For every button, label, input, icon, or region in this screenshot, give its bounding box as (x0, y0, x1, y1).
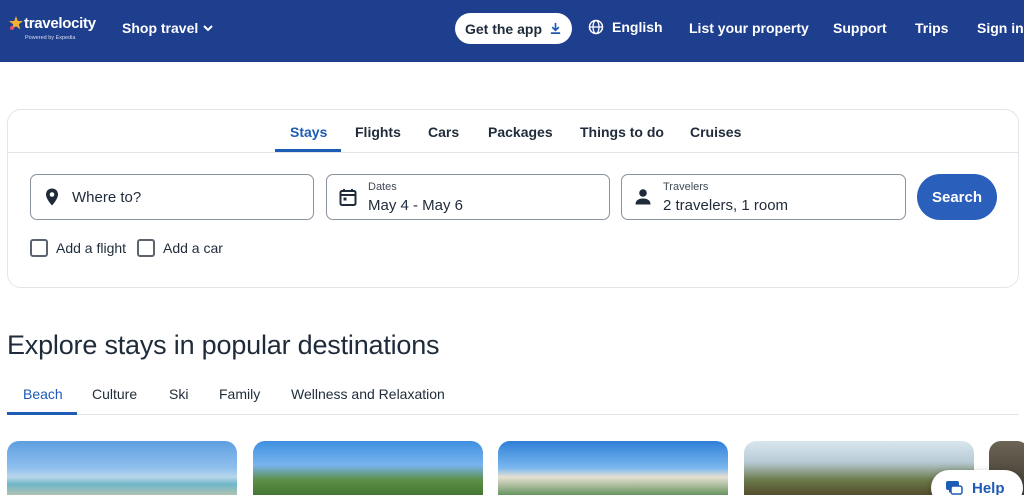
active-tab-indicator (275, 149, 341, 152)
add-flight-label: Add a flight (56, 240, 127, 256)
explore-title: Explore stays in popular destinations (7, 330, 440, 360)
destination-card-image[interactable] (7, 441, 237, 495)
add-car-checkbox[interactable]: Add a car (137, 239, 223, 257)
gnome-star-icon (9, 16, 23, 30)
tab-wellness-and-relaxation[interactable]: Wellness and Relaxation (291, 386, 445, 402)
chevron-down-icon (203, 24, 213, 31)
tab-ski[interactable]: Ski (169, 386, 188, 402)
shop-travel-label: Shop travel (122, 20, 199, 36)
add-flight-checkbox[interactable]: Add a flight (30, 239, 126, 257)
tab-stays[interactable]: Stays (290, 124, 327, 140)
travelers-field[interactable]: Travelers 2 travelers, 1 room (621, 174, 906, 220)
chat-bubble-icon (946, 481, 963, 495)
tab-culture[interactable]: Culture (92, 386, 137, 402)
tab-family[interactable]: Family (219, 386, 260, 402)
destination-card-image[interactable] (253, 441, 483, 495)
get-app-label: Get the app (464, 20, 542, 37)
tab-things-to-do[interactable]: Things to do (580, 124, 664, 140)
dates-label: Dates (368, 181, 397, 193)
help-label: Help (972, 479, 1005, 495)
where-to-field[interactable]: Where to? (30, 174, 314, 220)
shop-travel-menu[interactable]: Shop travel (122, 20, 213, 36)
search-tabs: Stays Flights Cars Packages Things to do… (8, 110, 1018, 153)
location-pin-icon (46, 188, 58, 206)
logo-powered-by: Powered by Expedia (25, 35, 76, 41)
search-button[interactable]: Search (917, 174, 997, 220)
tab-packages[interactable]: Packages (488, 124, 553, 140)
active-destination-tab-indicator (7, 412, 77, 415)
person-icon (635, 189, 651, 205)
add-car-label: Add a car (163, 240, 223, 256)
destination-tabs: Beach Culture Ski Family Wellness and Re… (7, 372, 1019, 415)
help-button[interactable]: Help (931, 470, 1023, 495)
tab-flights[interactable]: Flights (355, 124, 401, 140)
dates-value: May 4 - May 6 (368, 197, 464, 214)
tab-beach[interactable]: Beach (23, 386, 63, 402)
globe-icon (588, 19, 604, 35)
calendar-icon (339, 189, 357, 206)
language-selector[interactable]: English (588, 19, 663, 35)
destination-card-image[interactable] (498, 441, 728, 495)
dates-field[interactable]: Dates May 4 - May 6 (326, 174, 610, 220)
sign-in-link[interactable]: Sign in (977, 20, 1024, 36)
trips-link[interactable]: Trips (915, 20, 948, 36)
where-to-placeholder: Where to? (72, 189, 142, 206)
checkbox-box[interactable] (137, 239, 155, 257)
support-link[interactable]: Support (833, 20, 887, 36)
tab-cruises[interactable]: Cruises (690, 124, 741, 140)
get-the-app-button[interactable]: Get the app (455, 13, 572, 44)
travelers-value: 2 travelers, 1 room (663, 197, 789, 214)
travelers-label: Travelers (663, 181, 709, 193)
list-your-property-link[interactable]: List your property (689, 20, 809, 36)
search-card: Stays Flights Cars Packages Things to do… (7, 109, 1019, 288)
tab-cars[interactable]: Cars (428, 124, 459, 140)
language-label: English (612, 19, 663, 35)
top-header: travelocity Powered by Expedia Shop trav… (0, 0, 1024, 62)
travelocity-logo[interactable]: travelocity Powered by Expedia (8, 13, 98, 47)
logo-wordmark: travelocity (24, 15, 96, 32)
checkbox-box[interactable] (30, 239, 48, 257)
download-icon (550, 22, 561, 34)
